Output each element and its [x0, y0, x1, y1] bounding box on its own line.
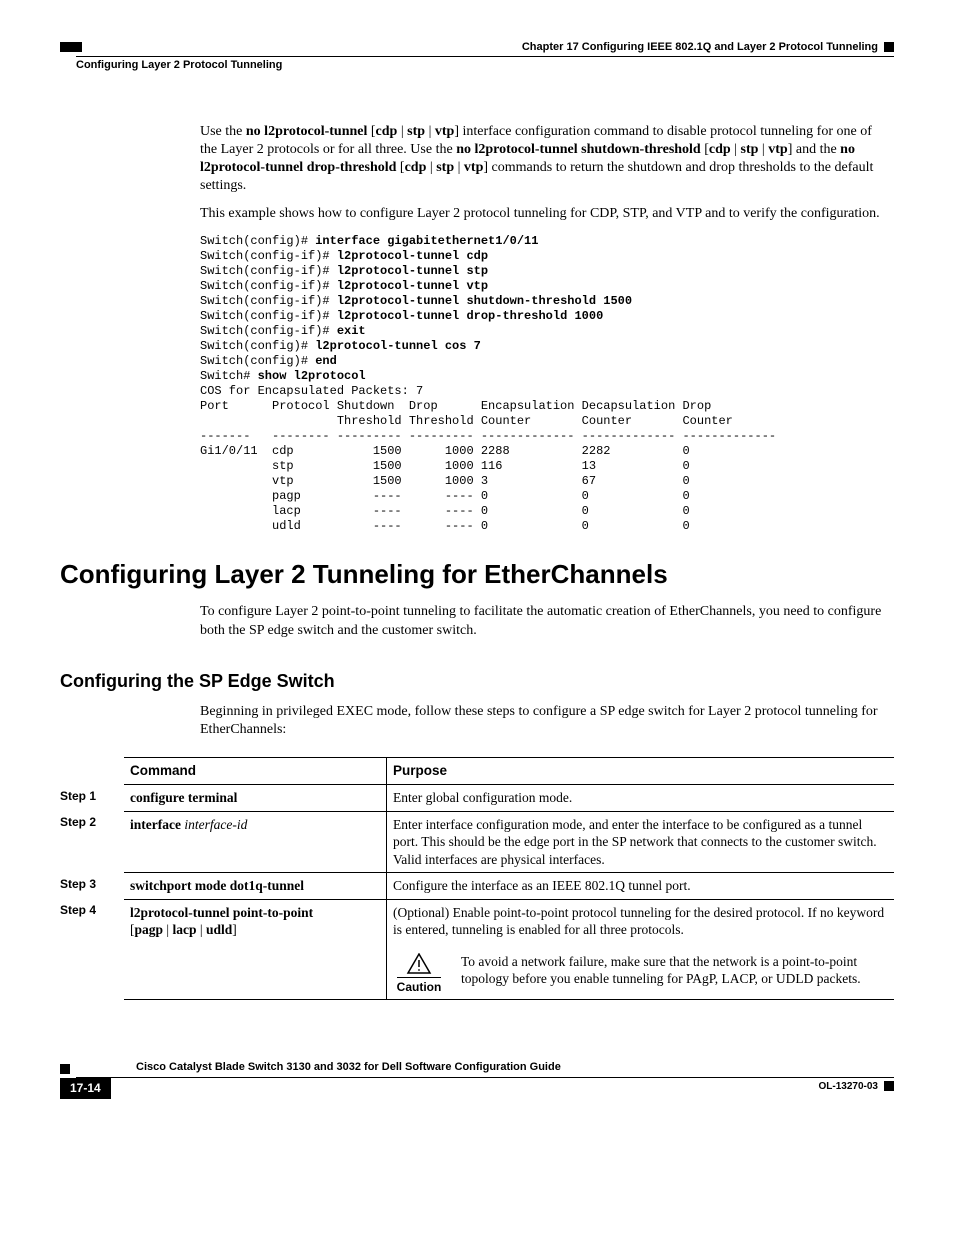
- purpose-cell: (Optional) Enable point-to-point protoco…: [387, 899, 895, 1000]
- code-block: Switch(config)# interface gigabitetherne…: [200, 234, 884, 534]
- table-row: Step 3 switchport mode dot1q-tunnel Conf…: [60, 873, 894, 900]
- caution-block: Caution To avoid a network failure, make…: [393, 953, 888, 996]
- table-row: Step 1 configure terminal Enter global c…: [60, 785, 894, 812]
- step-label: Step 2: [60, 811, 124, 873]
- steps-table: Command Purpose Step 1 configure termina…: [60, 757, 894, 1000]
- page-footer: Cisco Catalyst Blade Switch 3130 and 303…: [60, 1060, 894, 1099]
- page-header: Chapter 17 Configuring IEEE 802.1Q and L…: [60, 40, 894, 54]
- h2-paragraph: Beginning in privileged EXEC mode, follo…: [200, 703, 884, 739]
- table-row: Step 4 l2protocol-tunnel point-to-point …: [60, 899, 894, 1000]
- heading-2: Configuring the SP Edge Switch: [60, 670, 894, 693]
- paragraph-1: Use the no l2protocol-tunnel [cdp | stp …: [200, 123, 884, 196]
- caution-label: Caution: [397, 977, 442, 996]
- body-content: Use the no l2protocol-tunnel [cdp | stp …: [200, 123, 884, 534]
- command-cell: switchport mode dot1q-tunnel: [124, 873, 387, 900]
- step-label: Step 4: [60, 899, 124, 1000]
- section-title-header: Configuring Layer 2 Protocol Tunneling: [76, 56, 894, 72]
- purpose-cell: Configure the interface as an IEEE 802.1…: [387, 873, 895, 900]
- command-cell: l2protocol-tunnel point-to-point [pagp |…: [124, 899, 387, 1000]
- command-cell: interface interface-id: [124, 811, 387, 873]
- purpose-cell: Enter global configuration mode.: [387, 785, 895, 812]
- footer-mark: [60, 1064, 70, 1074]
- header-mark-left: [60, 42, 82, 52]
- page-number: 17-14: [60, 1078, 111, 1100]
- step-label: Step 1: [60, 785, 124, 812]
- footer-title: Cisco Catalyst Blade Switch 3130 and 303…: [76, 1060, 894, 1077]
- caution-text: To avoid a network failure, make sure th…: [461, 953, 888, 988]
- header-mark-left2: [60, 56, 70, 66]
- command-cell: configure terminal: [124, 785, 387, 812]
- table-row: Step 2 interface interface-id Enter inte…: [60, 811, 894, 873]
- header-mark-right: [884, 42, 894, 52]
- col-step: [60, 758, 124, 785]
- heading-1: Configuring Layer 2 Tunneling for EtherC…: [60, 558, 894, 592]
- footer-mark-right: [884, 1081, 894, 1091]
- h1-paragraph: To configure Layer 2 point-to-point tunn…: [200, 603, 884, 639]
- col-purpose: Purpose: [387, 758, 895, 785]
- col-command: Command: [124, 758, 387, 785]
- step-label: Step 3: [60, 873, 124, 900]
- chapter-title: Chapter 17 Configuring IEEE 802.1Q and L…: [522, 40, 878, 54]
- caution-icon: [406, 953, 432, 975]
- purpose-cell: Enter interface configuration mode, and …: [387, 811, 895, 873]
- document-id: OL-13270-03: [819, 1080, 878, 1093]
- paragraph-2: This example shows how to configure Laye…: [200, 205, 884, 223]
